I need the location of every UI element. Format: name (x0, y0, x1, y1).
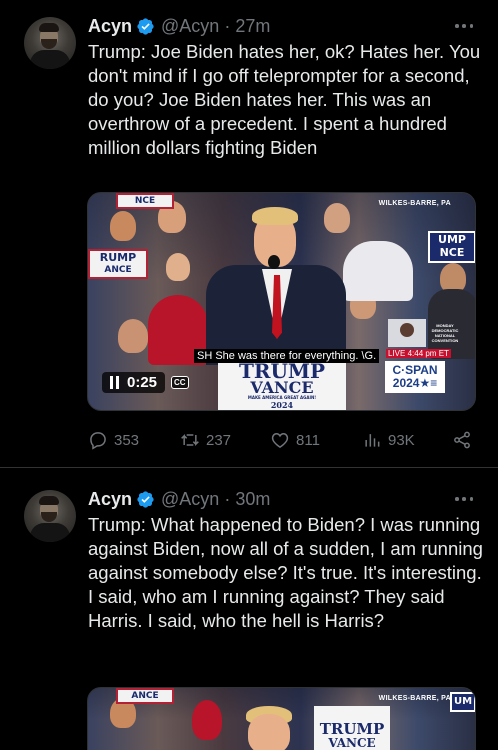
reply-button[interactable]: 353 (88, 430, 139, 450)
podium-sign: TRUMP VANCE (314, 706, 390, 750)
tweet[interactable]: Acyn @Acyn · 27m Trump: Joe Biden hates … (0, 0, 498, 468)
views-button[interactable]: 93K (362, 430, 415, 450)
tweet-header: Acyn @Acyn · 27m (88, 15, 271, 37)
rally-sign: ANCE (116, 688, 174, 704)
more-icon[interactable] (452, 16, 476, 36)
views-icon (365, 434, 380, 447)
tweet-actions: 353 237 811 93K (88, 430, 480, 452)
inset-label: MONDAY DEMOCRATIC NATIONAL CONVENTION (431, 323, 459, 343)
rally-sign: RUMP ANCE (88, 249, 148, 279)
verified-badge-icon (137, 17, 154, 35)
pause-icon (110, 376, 119, 389)
author-handle[interactable]: @Acyn (161, 16, 219, 37)
retweet-icon (181, 434, 199, 446)
avatar[interactable] (24, 490, 76, 542)
like-button[interactable]: 811 (270, 430, 320, 450)
more-icon[interactable] (452, 489, 476, 509)
verified-badge-icon (137, 490, 154, 508)
live-label: LIVE 4:44 pm ET (386, 349, 451, 358)
video-player[interactable]: ANCE UM WILKES-BARRE, PA TRUMP VANCE (87, 687, 476, 750)
author-handle[interactable]: @Acyn (161, 489, 219, 510)
podium-sign: TRUMP VANCE MAKE AMERICA GREAT AGAIN! 20… (218, 358, 346, 410)
view-count: 93K (388, 431, 415, 449)
like-count: 811 (296, 431, 320, 449)
tweet-text: Trump: What happened to Biden? I was run… (88, 514, 483, 631)
retweet-button[interactable]: 237 (180, 430, 231, 450)
elapsed-time: 0:25 (127, 374, 158, 391)
reply-icon (90, 432, 106, 450)
rally-sign: UMP NCE (428, 231, 475, 263)
avatar[interactable] (24, 17, 76, 69)
location-banner: WILKES-BARRE, PA (378, 695, 451, 702)
timestamp[interactable]: 30m (235, 489, 270, 510)
author-name[interactable]: Acyn (88, 16, 132, 37)
timestamp[interactable]: 27m (235, 16, 270, 37)
author-name[interactable]: Acyn (88, 489, 132, 510)
retweet-count: 237 (206, 431, 232, 449)
rally-sign: NCE (116, 193, 174, 209)
play-pause-button[interactable]: 0:25 (102, 372, 166, 393)
captions-button[interactable]: CC (171, 376, 189, 389)
video-player[interactable]: NCE RUMP ANCE UMP NCE WILKES-BARRE, PA TRU… (87, 192, 476, 411)
video-caption: SH She was there for everything. \G. (194, 349, 380, 363)
rally-sign: UM (450, 692, 475, 712)
share-button[interactable] (452, 430, 472, 450)
share-icon (454, 431, 470, 449)
tweet-text: Trump: Joe Biden hates her, ok? Hates he… (88, 41, 481, 158)
location-banner: WILKES-BARRE, PA (378, 200, 451, 207)
reply-count: 353 (114, 431, 140, 449)
tweet-header: Acyn @Acyn · 30m (88, 488, 271, 510)
like-icon (271, 432, 289, 448)
video-controls: 0:25 CC (102, 372, 189, 393)
network-logo: C·SPAN 2024★≡ (385, 361, 445, 393)
inset-video (388, 319, 426, 347)
